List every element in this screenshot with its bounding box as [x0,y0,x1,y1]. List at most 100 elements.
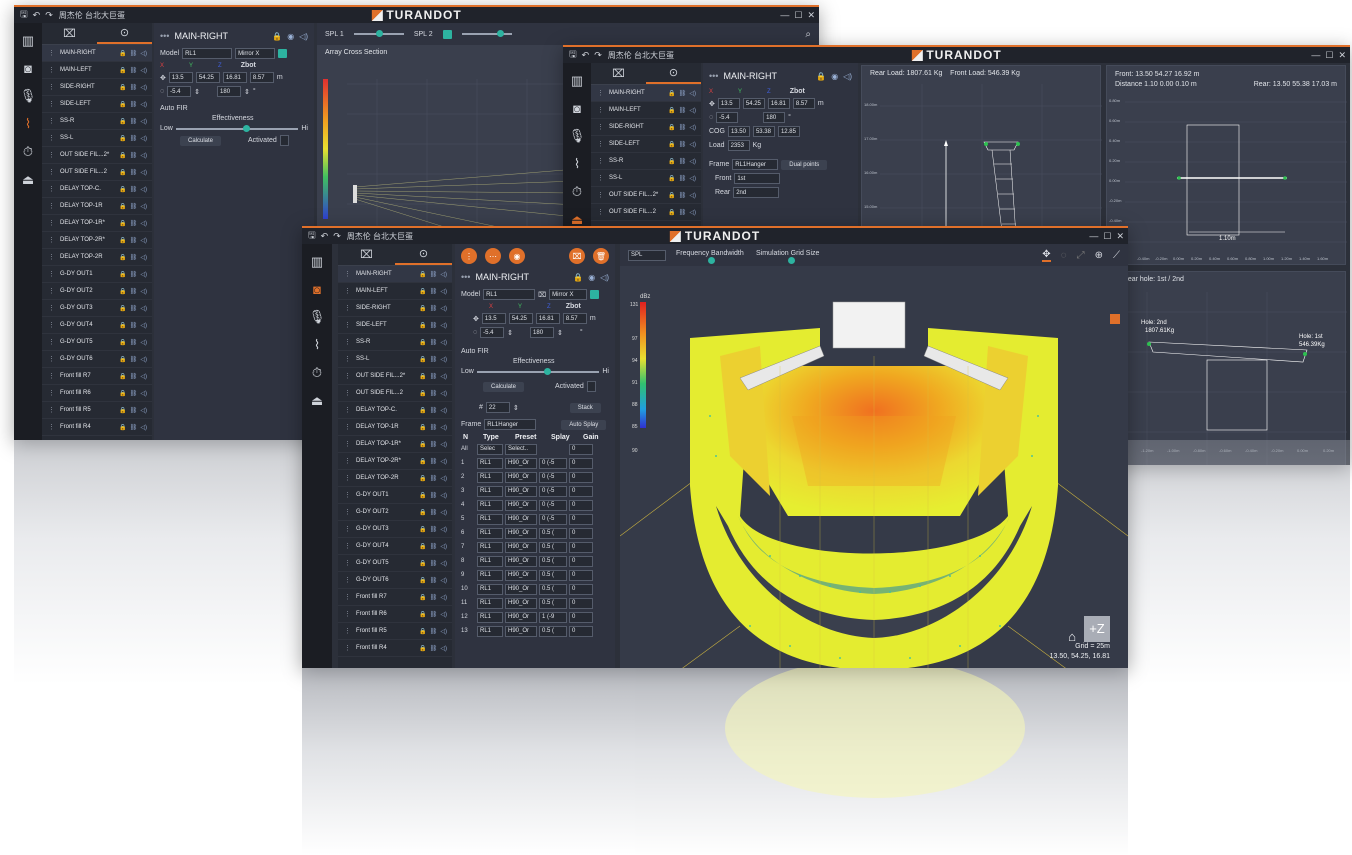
weight-icon[interactable]: ⏏ [22,172,34,188]
tree-item[interactable]: ⋮ SIDE-LEFT 🔒 ⛓ ◁) [42,96,152,113]
waveform-icon[interactable]: ⌇ [574,156,580,172]
sound-icon[interactable]: ◁) [440,441,447,448]
lock-icon[interactable]: 🔒 [119,101,126,108]
link-icon[interactable]: ⛓ [679,209,687,216]
tree-item[interactable]: ⋮ DELAY TOP-2R 🔒 ⛓ ◁) [42,249,152,266]
plus-z-button[interactable]: +Z [1084,616,1110,642]
tree-item[interactable]: ⋮ OUT SIDE FIL...2* 🔒 ⛓ ◁) [42,147,152,164]
sound-icon[interactable]: ◁) [689,158,696,165]
microphone-icon[interactable]: 🎙 [309,309,326,325]
zbot-field[interactable]: 8.57 [249,72,274,83]
lock-icon[interactable]: 🔒 [419,560,426,567]
lock-icon[interactable]: 🔒 [419,373,426,380]
lock-icon[interactable]: 🔒 [119,186,126,193]
tree-item[interactable]: ⋮ Front fill R5 🔒 ⛓ ◁) [42,402,152,419]
speaker-icon[interactable]: ◙ [573,101,581,116]
lock-icon[interactable]: 🔒 [419,509,426,516]
link-icon[interactable]: ⛓ [679,158,687,165]
close-icon[interactable]: ✕ [807,10,815,21]
tree-item[interactable]: ⋮ DELAY TOP-2R 🔒 ⛓ ◁) [338,470,452,487]
more-icon[interactable]: ••• [160,31,169,41]
link-icon[interactable]: ⛓ [679,107,687,114]
tree-item[interactable]: ⋮ MAIN-LEFT 🔒 ⛓ ◁) [338,283,452,300]
undo-icon[interactable]: ↶ [33,10,41,21]
move-tool-icon[interactable]: ✥ [1042,249,1051,262]
globe-icon[interactable]: ⊕ [1095,250,1103,261]
pos-z-field[interactable]: 16.81 [767,98,790,109]
maximize-icon[interactable]: ☐ [1325,50,1333,61]
link-icon[interactable]: ⛓ [679,192,687,199]
pos-y-field[interactable]: 54.25 [742,98,765,109]
waveform-icon[interactable]: ⌇ [314,337,320,353]
measure-tool-icon[interactable]: ⤢ [1077,250,1085,261]
tree-item[interactable]: ⋮ MAIN-LEFT 🔒 ⛓ ◁) [591,102,701,119]
close-icon[interactable]: ✕ [1116,231,1124,242]
sound-icon[interactable]: ◁) [440,509,447,516]
delete-icon[interactable]: 🗑 [593,248,609,264]
sound-icon[interactable]: ◁) [140,407,147,414]
tree-item[interactable]: ⋮ Front fill R6 🔒 ⛓ ◁) [338,606,452,623]
tree-item[interactable]: ⋮ MAIN-RIGHT 🔒 ⛓ ◁) [42,45,152,62]
tree-item[interactable]: ⋮ Front fill R6 🔒 ⛓ ◁) [42,385,152,402]
lock-icon[interactable]: 🔒 [119,390,126,397]
lock-icon[interactable]: 🔒 [119,373,126,380]
eye-icon[interactable]: ◉ [831,72,838,81]
lock-icon[interactable]: 🔒 [119,407,126,414]
lock-icon[interactable]: 🔒 [419,543,426,550]
tree-item[interactable]: ⋮ G-DY OUT2 🔒 ⛓ ◁) [42,283,152,300]
link-icon[interactable]: ⛓ [130,288,138,295]
sound-icon[interactable]: ◁) [440,594,447,601]
tree-item[interactable]: ⋮ Front fill R7 🔒 ⛓ ◁) [42,368,152,385]
link-icon[interactable]: ⛓ [430,322,438,329]
sound-icon[interactable]: ◁) [689,90,696,97]
lock-icon[interactable]: 🔒 [419,339,426,346]
lock-icon[interactable]: 🔒 [419,322,426,329]
sound-icon[interactable]: ◁) [140,135,147,142]
redo-icon[interactable]: ↷ [45,10,53,21]
sound-icon[interactable]: ◁) [140,390,147,397]
sound-icon[interactable]: ◁) [440,288,447,295]
lock-icon[interactable]: 🔒 [419,526,426,533]
tree-item[interactable]: ⋮ Front fill R5 🔒 ⛓ ◁) [338,623,452,640]
lock-icon[interactable]: 🔒 [668,90,675,97]
lock-icon[interactable]: 🔒 [419,424,426,431]
lock-icon[interactable]: 🔒 [816,72,826,81]
home-icon[interactable]: ⌂ [1068,630,1076,643]
eye-icon[interactable]: ◉ [588,273,595,282]
link-icon[interactable]: ⛓ [430,577,438,584]
lock-icon[interactable]: 🔒 [119,118,126,125]
timer-icon[interactable]: ⏱ [572,184,582,200]
link-icon[interactable]: ⛓ [430,441,438,448]
calculate-button[interactable]: Calculate [180,135,222,146]
target-icon[interactable]: ◉ [509,248,525,264]
lock-icon[interactable]: 🔒 [119,322,126,329]
microphone-icon[interactable]: 🎙 [569,128,586,144]
lock-icon[interactable]: 🔒 [419,475,426,482]
search-icon[interactable]: ⌕ [805,29,811,40]
sound-icon[interactable]: ◁) [440,390,447,397]
link-icon[interactable]: ⛓ [130,390,138,397]
timer-icon[interactable]: ⏱ [312,365,322,381]
link-icon[interactable]: ⛓ [430,475,438,482]
link-icon[interactable]: ⛓ [130,50,138,57]
sound-icon[interactable]: ◁) [440,645,447,652]
spl2-checkbox[interactable] [442,29,452,39]
link-icon[interactable]: ⛓ [679,175,687,182]
link-icon[interactable]: ⛓ [130,186,138,193]
lock-icon[interactable]: 🔒 [419,271,426,278]
tab-layout[interactable]: ⌧ [591,63,646,84]
lock-icon[interactable]: 🔒 [668,107,675,114]
tree-item[interactable]: ⋮ DELAY TOP-2R* 🔒 ⛓ ◁) [338,453,452,470]
tree-item[interactable]: ⋮ G-DY OUT4 🔒 ⛓ ◁) [42,317,152,334]
tab-sources[interactable]: ⊙ [395,244,452,265]
lock-icon[interactable]: 🔒 [119,271,126,278]
mirror-checkbox[interactable] [278,49,288,58]
link-icon[interactable]: ⛓ [430,509,438,516]
link-icon[interactable]: ⛓ [130,152,138,159]
tree-item[interactable]: ⋮ SIDE-RIGHT 🔒 ⛓ ◁) [338,300,452,317]
auto-splay-button[interactable]: Auto Splay [561,419,607,430]
link-icon[interactable]: ⛓ [430,611,438,618]
tree-item[interactable]: ⋮ SIDE-LEFT 🔒 ⛓ ◁) [338,317,452,334]
tilt-field[interactable]: -5.4 [716,112,739,123]
tab-sources[interactable]: ⊙ [646,63,701,84]
